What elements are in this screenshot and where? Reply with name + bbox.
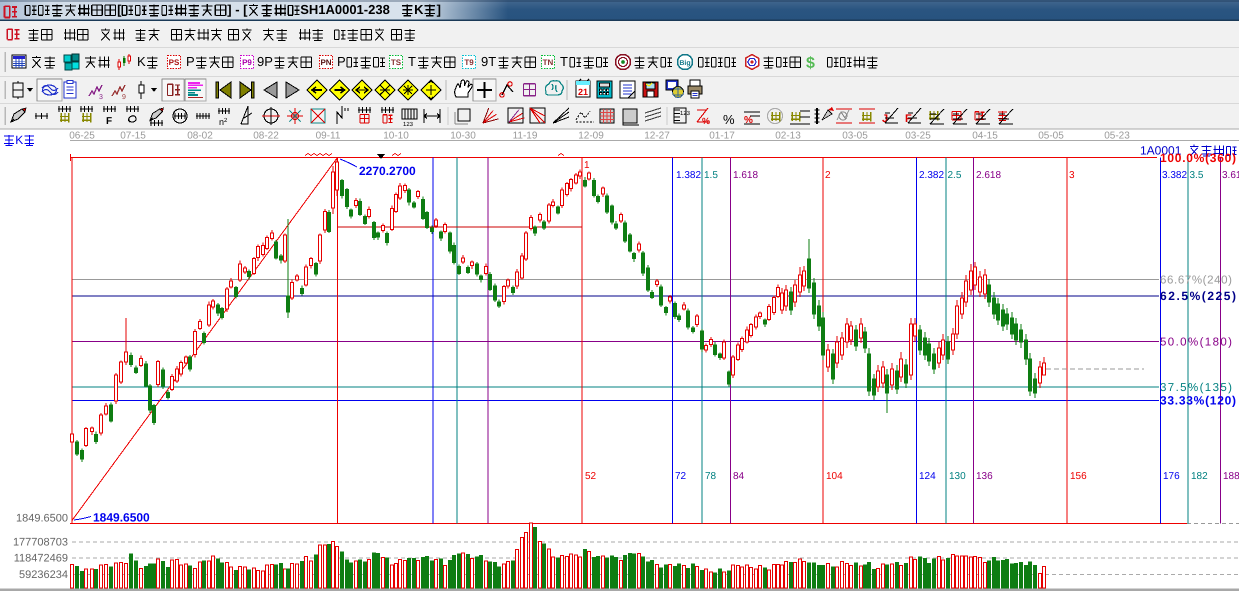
svg-text:130: 130 xyxy=(949,471,966,482)
svg-text:124: 124 xyxy=(919,471,936,482)
svg-text:3: 3 xyxy=(99,94,103,101)
svg-text:123: 123 xyxy=(680,110,691,117)
svg-text:%: % xyxy=(702,116,710,126)
svg-text:50.0%(180): 50.0%(180) xyxy=(1160,337,1232,349)
svg-text:2.618: 2.618 xyxy=(976,170,1001,181)
svg-text:[: [ xyxy=(117,2,122,17)
svg-text:1.5: 1.5 xyxy=(704,170,718,181)
svg-text:01-17: 01-17 xyxy=(709,131,735,142)
svg-text:2.382: 2.382 xyxy=(919,170,944,181)
svg-text:T: T xyxy=(408,54,416,69)
svg-text:P: P xyxy=(337,54,346,69)
svg-text:F: F xyxy=(106,116,112,127)
svg-text:10-30: 10-30 xyxy=(450,131,476,142)
svg-text:100.0%(360): 100.0%(360) xyxy=(1160,151,1236,165)
svg-text:]: ] xyxy=(437,2,441,17)
svg-text:72: 72 xyxy=(675,471,687,482)
svg-text:10-10: 10-10 xyxy=(383,131,409,142)
svg-text:1.382: 1.382 xyxy=(676,170,701,181)
svg-text:P9: P9 xyxy=(242,58,252,67)
svg-text:12-09: 12-09 xyxy=(578,131,604,142)
svg-text:03-05: 03-05 xyxy=(842,131,868,142)
svg-text:1.618: 1.618 xyxy=(733,170,758,181)
svg-text:66.67%(240): 66.67%(240) xyxy=(1160,275,1232,287)
svg-text:123: 123 xyxy=(403,121,414,128)
svg-text:03-25: 03-25 xyxy=(905,131,931,142)
svg-text:08-02: 08-02 xyxy=(187,131,213,142)
svg-text:PN: PN xyxy=(320,58,331,67)
svg-text:52: 52 xyxy=(585,471,597,482)
svg-text:21: 21 xyxy=(578,87,588,97)
svg-text:TS: TS xyxy=(391,58,402,67)
svg-text:3.5: 3.5 xyxy=(1190,170,1204,181)
svg-text:33.33%(120): 33.33%(120) xyxy=(1160,394,1236,408)
svg-text:05-05: 05-05 xyxy=(1038,131,1064,142)
svg-text:TN: TN xyxy=(543,58,554,67)
svg-text:2.5: 2.5 xyxy=(948,170,962,181)
svg-text:SH1A0001-238: SH1A0001-238 xyxy=(300,2,390,17)
svg-text:1849.6500: 1849.6500 xyxy=(16,513,68,525)
svg-text:3: 3 xyxy=(1069,170,1075,181)
svg-text:136: 136 xyxy=(976,471,993,482)
svg-text:P: P xyxy=(186,54,195,69)
svg-text:62.5%(225): 62.5%(225) xyxy=(1160,289,1236,303)
svg-text:118472469: 118472469 xyxy=(14,553,68,565)
svg-text:1849.6500: 1849.6500 xyxy=(93,511,150,525)
svg-text:04-15: 04-15 xyxy=(972,131,998,142)
svg-text:11-19: 11-19 xyxy=(513,131,538,142)
svg-text:2: 2 xyxy=(825,170,831,181)
svg-text:05-23: 05-23 xyxy=(1104,131,1130,142)
svg-text:156: 156 xyxy=(1070,471,1087,482)
svg-text:78: 78 xyxy=(705,471,717,482)
svg-text:2270.2700: 2270.2700 xyxy=(359,164,416,178)
svg-text:9: 9 xyxy=(122,94,126,101)
svg-text:K: K xyxy=(15,133,23,147)
svg-text:T9: T9 xyxy=(464,58,474,67)
svg-text:06-25: 06-25 xyxy=(69,131,95,142)
svg-text:$: $ xyxy=(806,55,815,72)
svg-text:59236234: 59236234 xyxy=(19,569,68,581)
svg-text:%: % xyxy=(723,112,735,127)
svg-text:K: K xyxy=(414,2,424,17)
svg-text:3.618: 3.618 xyxy=(1222,170,1239,181)
svg-text:PS: PS xyxy=(169,58,180,67)
svg-text:9T: 9T xyxy=(481,54,496,69)
svg-text:02-13: 02-13 xyxy=(775,131,801,142)
svg-text:] - [: ] - [ xyxy=(227,2,248,17)
svg-text:09-11: 09-11 xyxy=(316,131,341,142)
svg-text:Big: Big xyxy=(679,59,690,67)
svg-text:177708703: 177708703 xyxy=(13,536,68,548)
svg-text:1: 1 xyxy=(584,160,590,171)
svg-text:37.5%(135): 37.5%(135) xyxy=(1160,382,1232,394)
svg-text:3.382: 3.382 xyxy=(1162,170,1187,181)
svg-text:K: K xyxy=(137,54,146,69)
svg-text:84: 84 xyxy=(733,471,745,482)
svg-text:104: 104 xyxy=(826,471,843,482)
svg-text:T: T xyxy=(560,54,568,69)
svg-text:07-15: 07-15 xyxy=(120,131,146,142)
svg-text:08-22: 08-22 xyxy=(253,131,279,142)
svg-text:9P: 9P xyxy=(257,54,273,69)
svg-text:182: 182 xyxy=(1191,471,1208,482)
svg-text:12-27: 12-27 xyxy=(644,131,670,142)
svg-text:188: 188 xyxy=(1223,471,1239,482)
svg-text:176: 176 xyxy=(1163,471,1180,482)
